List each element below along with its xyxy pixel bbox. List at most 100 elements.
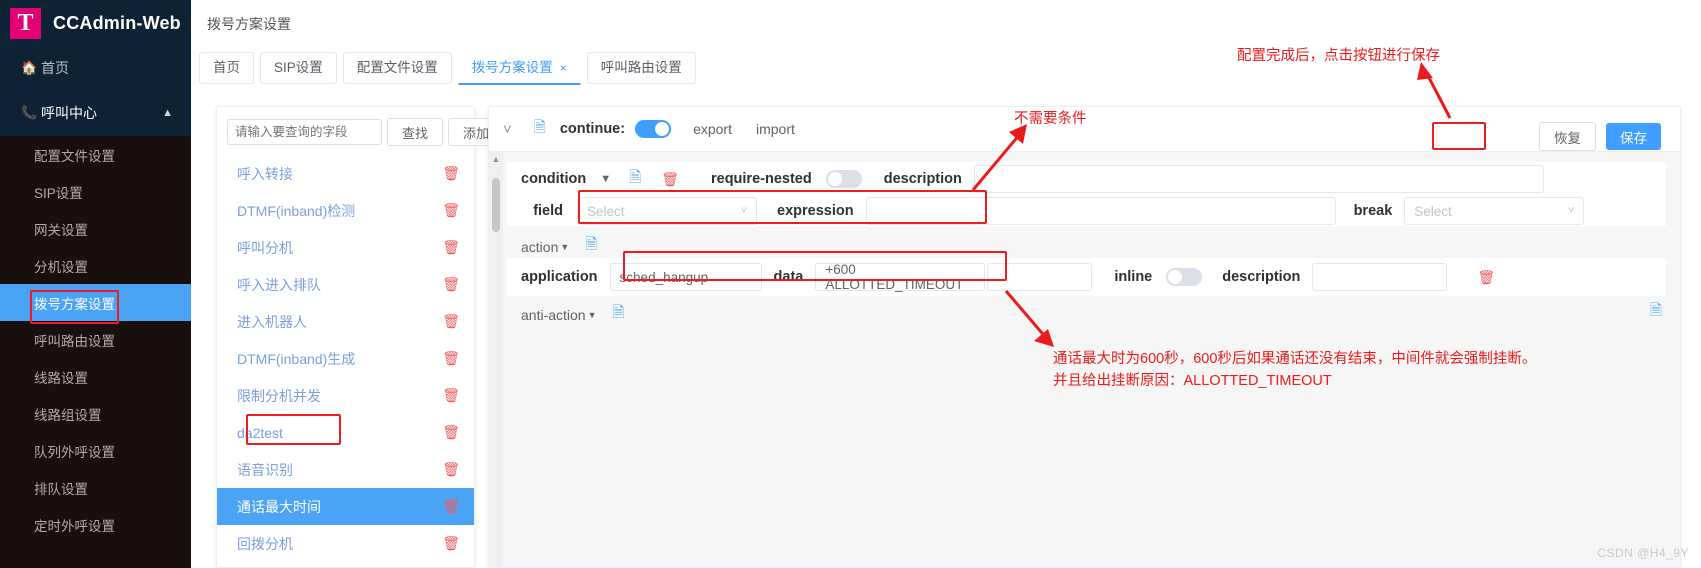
trash-icon[interactable]: 🗑 (442, 498, 460, 515)
scroll-up-icon[interactable]: ▲ (489, 152, 503, 164)
search-input[interactable] (227, 119, 382, 145)
sidebar-item-7[interactable]: 线路组设置 (0, 395, 191, 432)
scrollbar-thumb[interactable] (492, 178, 500, 232)
sidebar-item-label: 拨号方案设置 (34, 296, 115, 312)
sidebar-item-label: 分机设置 (34, 259, 88, 275)
list-item[interactable]: 进入机器人 🗑 (217, 303, 474, 340)
list-item[interactable]: 通话最大时间 🗑 (217, 488, 474, 525)
tab-bar: 首页 SIP设置 配置文件设置 拨号方案设置 × 呼叫路由设置 (191, 46, 1701, 91)
app-logo[interactable]: T CCAdmin-Web (0, 0, 191, 46)
sidebar-group-call-center[interactable]: 📞 呼叫中心 ▲ (0, 90, 191, 136)
save-button[interactable]: 保存 (1606, 123, 1661, 150)
require-nested-toggle[interactable] (825, 170, 862, 188)
sidebar-item-3[interactable]: 分机设置 (0, 247, 191, 284)
sidebar-item-6[interactable]: 线路设置 (0, 358, 191, 395)
anti-action-copy-icon[interactable]: 🗎 (613, 302, 625, 327)
data-input[interactable]: +600 ALLOTTED_TIMEOUT (815, 262, 986, 292)
sidebar-item-9[interactable]: 排队设置 (0, 469, 191, 506)
trash-icon[interactable]: 🗑 (442, 461, 460, 478)
import-button[interactable]: import (756, 121, 795, 137)
tab-3[interactable]: 拨号方案设置 × (457, 51, 581, 85)
restore-button[interactable]: 恢复 (1539, 122, 1596, 151)
expression-input[interactable] (865, 197, 1336, 225)
action-description-label: description (1222, 269, 1301, 285)
application-input[interactable]: sched_hangup (609, 263, 762, 291)
form-scrollbar[interactable]: ▲ (489, 152, 503, 567)
condition-delete-icon[interactable]: 🗑 (661, 171, 679, 188)
sidebar-item-label: 呼叫路由设置 (34, 333, 115, 349)
dialplan-list-panel: 查找 添加 呼入转接🗑DTMF(inband)检测🗑呼叫分机🗑呼入进入排队🗑进入… (216, 106, 504, 568)
field-label: field (533, 203, 563, 219)
action-title: action (521, 238, 559, 255)
tab-2[interactable]: 配置文件设置 (342, 52, 452, 84)
list-item[interactable]: DTMF(inband)检测 🗑 (217, 192, 474, 229)
sidebar-item-home[interactable]: 🏠 首页 (0, 46, 191, 90)
sidebar-item-label: 网关设置 (34, 222, 88, 238)
trash-icon[interactable]: 🗑 (442, 276, 460, 293)
sidebar-item-2[interactable]: 网关设置 (0, 210, 191, 247)
trash-icon[interactable]: 🗑 (442, 165, 460, 182)
list-item[interactable]: 呼叫分机 🗑 (217, 229, 474, 266)
action-row-copy-icon[interactable]: 🗎 (1650, 300, 1662, 325)
trash-icon[interactable]: 🗑 (442, 239, 460, 256)
continue-toggle[interactable] (635, 120, 672, 138)
tab-4[interactable]: 呼叫路由设置 (586, 52, 696, 84)
action-copy-icon[interactable]: 🗎 (585, 234, 597, 259)
list-item[interactable]: 音量设置🗑 (217, 562, 474, 567)
brand-t-icon: T (10, 7, 41, 39)
list-item-label: 限制分机并发 (237, 387, 321, 404)
app-title: CCAdmin-Web (53, 12, 181, 33)
tab-label: 呼叫路由设置 (600, 60, 682, 75)
trash-icon[interactable]: 🗑 (442, 424, 460, 441)
continue-label: continue: (559, 121, 626, 137)
list-item-label: 通话最大时间 (237, 498, 321, 515)
action-description-input[interactable] (1312, 263, 1448, 291)
condition-description-input[interactable] (973, 165, 1544, 193)
close-icon[interactable]: × (560, 61, 567, 75)
sidebar-item-label: 定时外呼设置 (34, 518, 115, 534)
list-item[interactable]: DTMF(inband)生成 🗑 (217, 340, 474, 377)
sidebar-item-1[interactable]: SIP设置 (0, 173, 191, 210)
chevron-down-icon[interactable]: ˅ (503, 121, 512, 138)
tab-0[interactable]: 首页 (199, 52, 254, 84)
list-item-label: 回拨分机 (237, 535, 293, 552)
main-content: 查找 添加 呼入转接🗑DTMF(inband)检测🗑呼叫分机🗑呼入进入排队🗑进入… (191, 90, 1701, 568)
field-select-value: Select (587, 203, 625, 219)
caret-down-icon[interactable]: ▼ (560, 242, 569, 252)
list-item[interactable]: 限制分机并发 🗑 (217, 377, 474, 414)
phone-icon: 📞 (21, 105, 38, 120)
breadcrumb: 拨号方案设置 (207, 16, 291, 32)
list-item[interactable]: 语音识别 🗑 (217, 451, 474, 488)
chevron-up-icon: ▲ (162, 107, 173, 119)
field-select[interactable]: Select ˅ (577, 197, 757, 225)
break-select[interactable]: Select ˅ (1404, 197, 1585, 225)
tab-label: 配置文件设置 (356, 60, 438, 75)
action-extra-input[interactable] (987, 263, 1093, 291)
list-item[interactable]: da2test 🗑 (217, 414, 474, 451)
trash-icon[interactable]: 🗑 (442, 387, 460, 404)
search-button[interactable]: 查找 (387, 118, 443, 146)
copy-file-icon[interactable]: 🗎 (534, 117, 546, 142)
sidebar-item-5[interactable]: 呼叫路由设置 (0, 321, 191, 358)
caret-down-icon[interactable]: ▼ (588, 310, 597, 320)
inline-toggle[interactable] (1166, 268, 1203, 286)
trash-icon[interactable]: 🗑 (442, 202, 460, 219)
sidebar: T CCAdmin-Web 🏠 首页 📞 呼叫中心 ▲ 配置文件设置 SIP设置网… (0, 0, 191, 568)
sidebar-item-label: 配置文件设置 (34, 148, 115, 164)
tab-1[interactable]: SIP设置 (260, 52, 337, 84)
trash-icon[interactable]: 🗑 (442, 535, 460, 552)
export-button[interactable]: export (693, 121, 732, 137)
caret-down-icon[interactable]: ▼ (600, 173, 611, 185)
trash-icon[interactable]: 🗑 (442, 350, 460, 367)
form-footer-buttons: 恢复 保存 (1539, 122, 1661, 151)
condition-copy-icon[interactable]: 🗎 (629, 167, 641, 192)
sidebar-item-4[interactable]: 拨号方案设置 (0, 284, 191, 321)
list-item[interactable]: 呼入转接 🗑 (217, 155, 474, 192)
sidebar-item-10[interactable]: 定时外呼设置 (0, 506, 191, 543)
trash-icon[interactable]: 🗑 (442, 313, 460, 330)
list-item[interactable]: 呼入进入排队 🗑 (217, 266, 474, 303)
list-item[interactable]: 回拨分机 🗑 (217, 525, 474, 562)
sidebar-item-0[interactable]: 配置文件设置 (0, 136, 191, 173)
action-row-delete-icon[interactable]: 🗑 (1477, 269, 1495, 286)
sidebar-item-8[interactable]: 队列外呼设置 (0, 432, 191, 469)
